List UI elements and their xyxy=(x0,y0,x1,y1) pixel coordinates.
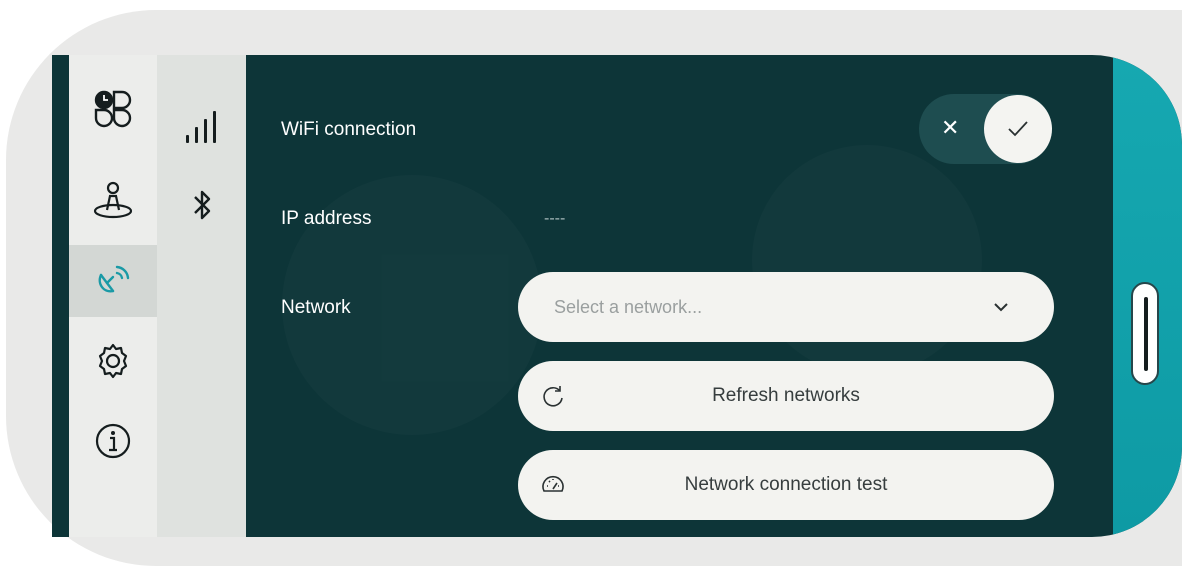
subnav-item-bluetooth[interactable] xyxy=(157,175,246,235)
sub-sidebar xyxy=(157,55,246,537)
refresh-networks-button[interactable]: Refresh networks xyxy=(518,361,1054,431)
subnav-item-cellular[interactable] xyxy=(157,97,246,157)
check-icon xyxy=(1008,121,1028,137)
ip-address-label: IP address xyxy=(281,208,372,229)
signal-bars-icon xyxy=(185,111,216,143)
nav-item-info[interactable] xyxy=(69,405,157,477)
main-sidebar xyxy=(69,55,157,537)
info-icon xyxy=(95,423,131,459)
network-select[interactable]: Select a network... xyxy=(518,272,1054,342)
toggle-off-icon: ✕ xyxy=(941,115,960,140)
satellite-dish-icon xyxy=(98,265,130,293)
refresh-networks-label: Refresh networks xyxy=(712,385,860,406)
gear-icon xyxy=(98,343,128,379)
wifi-toggle[interactable]: ✕ xyxy=(919,94,1052,164)
nav-item-dashboard[interactable] xyxy=(69,73,157,145)
user-platform-icon xyxy=(93,181,133,219)
nav-edge xyxy=(52,55,69,537)
network-label: Network xyxy=(281,297,351,318)
network-select-placeholder: Select a network... xyxy=(554,297,703,317)
network-connection-test-label: Network connection test xyxy=(684,474,888,495)
device-screen: WiFi connection ✕ IP address ---- Networ… xyxy=(52,55,1182,537)
nav-item-connectivity[interactable] xyxy=(69,245,157,317)
chevron-down-icon xyxy=(994,303,1008,312)
bluetooth-icon xyxy=(193,190,210,220)
ip-address-value: ---- xyxy=(544,210,566,227)
network-connection-test-button[interactable]: Network connection test xyxy=(518,450,1054,520)
toggle-knob xyxy=(984,95,1052,163)
scroll-handle[interactable] xyxy=(1131,282,1159,385)
dashboard-grid-icon xyxy=(94,90,132,128)
nav-item-user[interactable] xyxy=(69,164,157,236)
status-bar-cutoff xyxy=(752,55,1052,61)
nav-item-settings[interactable] xyxy=(69,325,157,397)
wifi-connection-label: WiFi connection xyxy=(281,119,417,140)
